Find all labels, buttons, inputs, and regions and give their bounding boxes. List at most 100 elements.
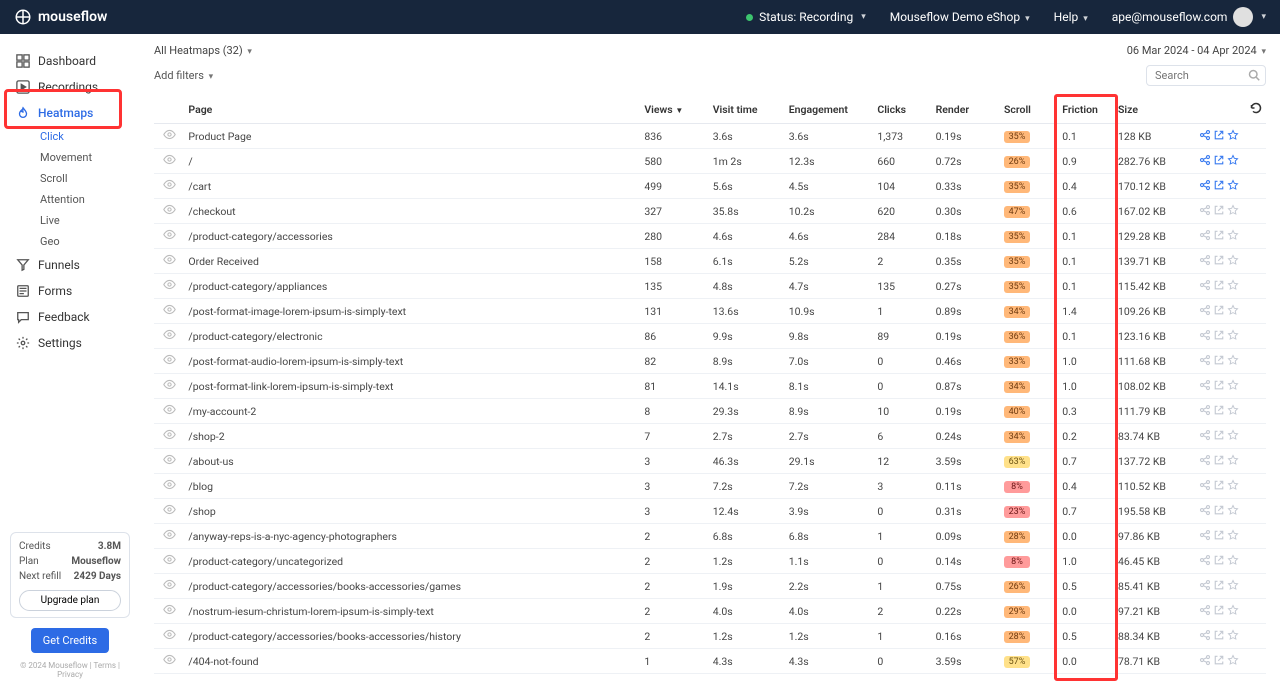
share-icon[interactable] <box>1199 554 1211 569</box>
preview-icon[interactable] <box>154 474 184 499</box>
sidebar-item-heatmaps[interactable]: Heatmaps <box>14 100 134 126</box>
share-icon[interactable] <box>1199 129 1211 144</box>
share-icon[interactable] <box>1199 529 1211 544</box>
open-icon[interactable] <box>1213 379 1225 394</box>
col-page[interactable]: Page <box>184 96 640 124</box>
star-icon[interactable] <box>1227 654 1239 669</box>
open-icon[interactable] <box>1213 304 1225 319</box>
preview-icon[interactable] <box>154 599 184 624</box>
share-icon[interactable] <box>1199 479 1211 494</box>
preview-icon[interactable] <box>154 249 184 274</box>
open-icon[interactable] <box>1213 679 1225 680</box>
sidebar-item-settings[interactable]: Settings <box>14 330 134 356</box>
sub-item-movement[interactable]: Movement <box>40 147 134 168</box>
table-row[interactable]: Order Received1586.1s5.2s20.35s35%0.1139… <box>154 249 1266 274</box>
open-icon[interactable] <box>1213 504 1225 519</box>
share-icon[interactable] <box>1199 629 1211 644</box>
share-icon[interactable] <box>1199 279 1211 294</box>
share-icon[interactable] <box>1199 654 1211 669</box>
table-row[interactable]: /author/admin110.4s7.0s00.14s16%1.0110.1… <box>154 674 1266 680</box>
share-icon[interactable] <box>1199 204 1211 219</box>
table-row[interactable]: /my-account-2829.3s8.9s100.19s40%0.3111.… <box>154 399 1266 424</box>
sub-item-click[interactable]: Click <box>40 126 134 147</box>
sidebar-item-funnels[interactable]: Funnels <box>14 252 134 278</box>
sidebar-item-forms[interactable]: Forms <box>14 278 134 304</box>
preview-icon[interactable] <box>154 649 184 674</box>
open-icon[interactable] <box>1213 204 1225 219</box>
open-icon[interactable] <box>1213 604 1225 619</box>
open-icon[interactable] <box>1213 579 1225 594</box>
open-icon[interactable] <box>1213 429 1225 444</box>
preview-icon[interactable] <box>154 324 184 349</box>
table-row[interactable]: /5801m 2s12.3s6600.72s26%0.9282.76 KB <box>154 149 1266 174</box>
preview-icon[interactable] <box>154 349 184 374</box>
preview-icon[interactable] <box>154 299 184 324</box>
table-row[interactable]: /post-format-audio-lorem-ipsum-is-simply… <box>154 349 1266 374</box>
table-row[interactable]: /anyway-reps-is-a-nyc-agency-photographe… <box>154 524 1266 549</box>
star-icon[interactable] <box>1227 179 1239 194</box>
table-row[interactable]: /product-category/accessories/books-acce… <box>154 574 1266 599</box>
col-scroll[interactable]: Scroll <box>1000 96 1058 124</box>
preview-icon[interactable] <box>154 274 184 299</box>
table-row[interactable]: /about-us346.3s29.1s123.59s63%0.7137.72 … <box>154 449 1266 474</box>
col-size[interactable]: Size <box>1114 96 1195 124</box>
add-filters-button[interactable]: Add filters ▾ <box>154 69 213 82</box>
refresh-icon[interactable] <box>1250 102 1262 114</box>
share-icon[interactable] <box>1199 379 1211 394</box>
star-icon[interactable] <box>1227 154 1239 169</box>
workspace-dropdown[interactable]: Mouseflow Demo eShop ▾ <box>890 10 1030 24</box>
table-row[interactable]: /cart4995.6s4.5s1040.33s35%0.4170.12 KB <box>154 174 1266 199</box>
open-icon[interactable] <box>1213 529 1225 544</box>
table-row[interactable]: /product-category/accessories/books-acce… <box>154 624 1266 649</box>
table-row[interactable]: /nostrum-iesum-christum-lorem-ipsum-is-s… <box>154 599 1266 624</box>
date-range-dropdown[interactable]: 06 Mar 2024 - 04 Apr 2024 ▾ <box>1127 44 1266 57</box>
sub-item-geo[interactable]: Geo <box>40 231 134 252</box>
sub-item-live[interactable]: Live <box>40 210 134 231</box>
share-icon[interactable] <box>1199 304 1211 319</box>
share-icon[interactable] <box>1199 329 1211 344</box>
table-row[interactable]: /404-not-found14.3s4.3s03.59s57%0.078.71… <box>154 649 1266 674</box>
preview-icon[interactable] <box>154 574 184 599</box>
open-icon[interactable] <box>1213 279 1225 294</box>
star-icon[interactable] <box>1227 379 1239 394</box>
open-icon[interactable] <box>1213 629 1225 644</box>
share-icon[interactable] <box>1199 579 1211 594</box>
star-icon[interactable] <box>1227 629 1239 644</box>
table-row[interactable]: /product-category/accessories2804.6s4.6s… <box>154 224 1266 249</box>
star-icon[interactable] <box>1227 454 1239 469</box>
col-clicks[interactable]: Clicks <box>873 96 931 124</box>
col-friction[interactable]: Friction <box>1058 96 1114 124</box>
open-icon[interactable] <box>1213 654 1225 669</box>
open-icon[interactable] <box>1213 179 1225 194</box>
status-dropdown[interactable]: Status: Recording ▾ <box>746 10 866 24</box>
open-icon[interactable] <box>1213 404 1225 419</box>
preview-icon[interactable] <box>154 224 184 249</box>
star-icon[interactable] <box>1227 604 1239 619</box>
preview-icon[interactable] <box>154 549 184 574</box>
star-icon[interactable] <box>1227 554 1239 569</box>
share-icon[interactable] <box>1199 354 1211 369</box>
preview-icon[interactable] <box>154 449 184 474</box>
preview-icon[interactable] <box>154 424 184 449</box>
preview-icon[interactable] <box>154 524 184 549</box>
preview-icon[interactable] <box>154 124 184 149</box>
preview-icon[interactable] <box>154 624 184 649</box>
heatmaps-title-dropdown[interactable]: All Heatmaps (32) ▾ <box>154 44 252 57</box>
star-icon[interactable] <box>1227 579 1239 594</box>
star-icon[interactable] <box>1227 254 1239 269</box>
star-icon[interactable] <box>1227 329 1239 344</box>
open-icon[interactable] <box>1213 554 1225 569</box>
sub-item-scroll[interactable]: Scroll <box>40 168 134 189</box>
preview-icon[interactable] <box>154 374 184 399</box>
open-icon[interactable] <box>1213 354 1225 369</box>
table-row[interactable]: /shop312.4s3.9s00.31s23%0.7195.58 KB <box>154 499 1266 524</box>
share-icon[interactable] <box>1199 429 1211 444</box>
user-menu[interactable]: ape@mouseflow.com ▾ <box>1112 7 1266 27</box>
star-icon[interactable] <box>1227 279 1239 294</box>
star-icon[interactable] <box>1227 504 1239 519</box>
star-icon[interactable] <box>1227 479 1239 494</box>
preview-icon[interactable] <box>154 674 184 680</box>
open-icon[interactable] <box>1213 129 1225 144</box>
table-row[interactable]: /blog37.2s7.2s30.11s8%0.4110.52 KB <box>154 474 1266 499</box>
open-icon[interactable] <box>1213 254 1225 269</box>
